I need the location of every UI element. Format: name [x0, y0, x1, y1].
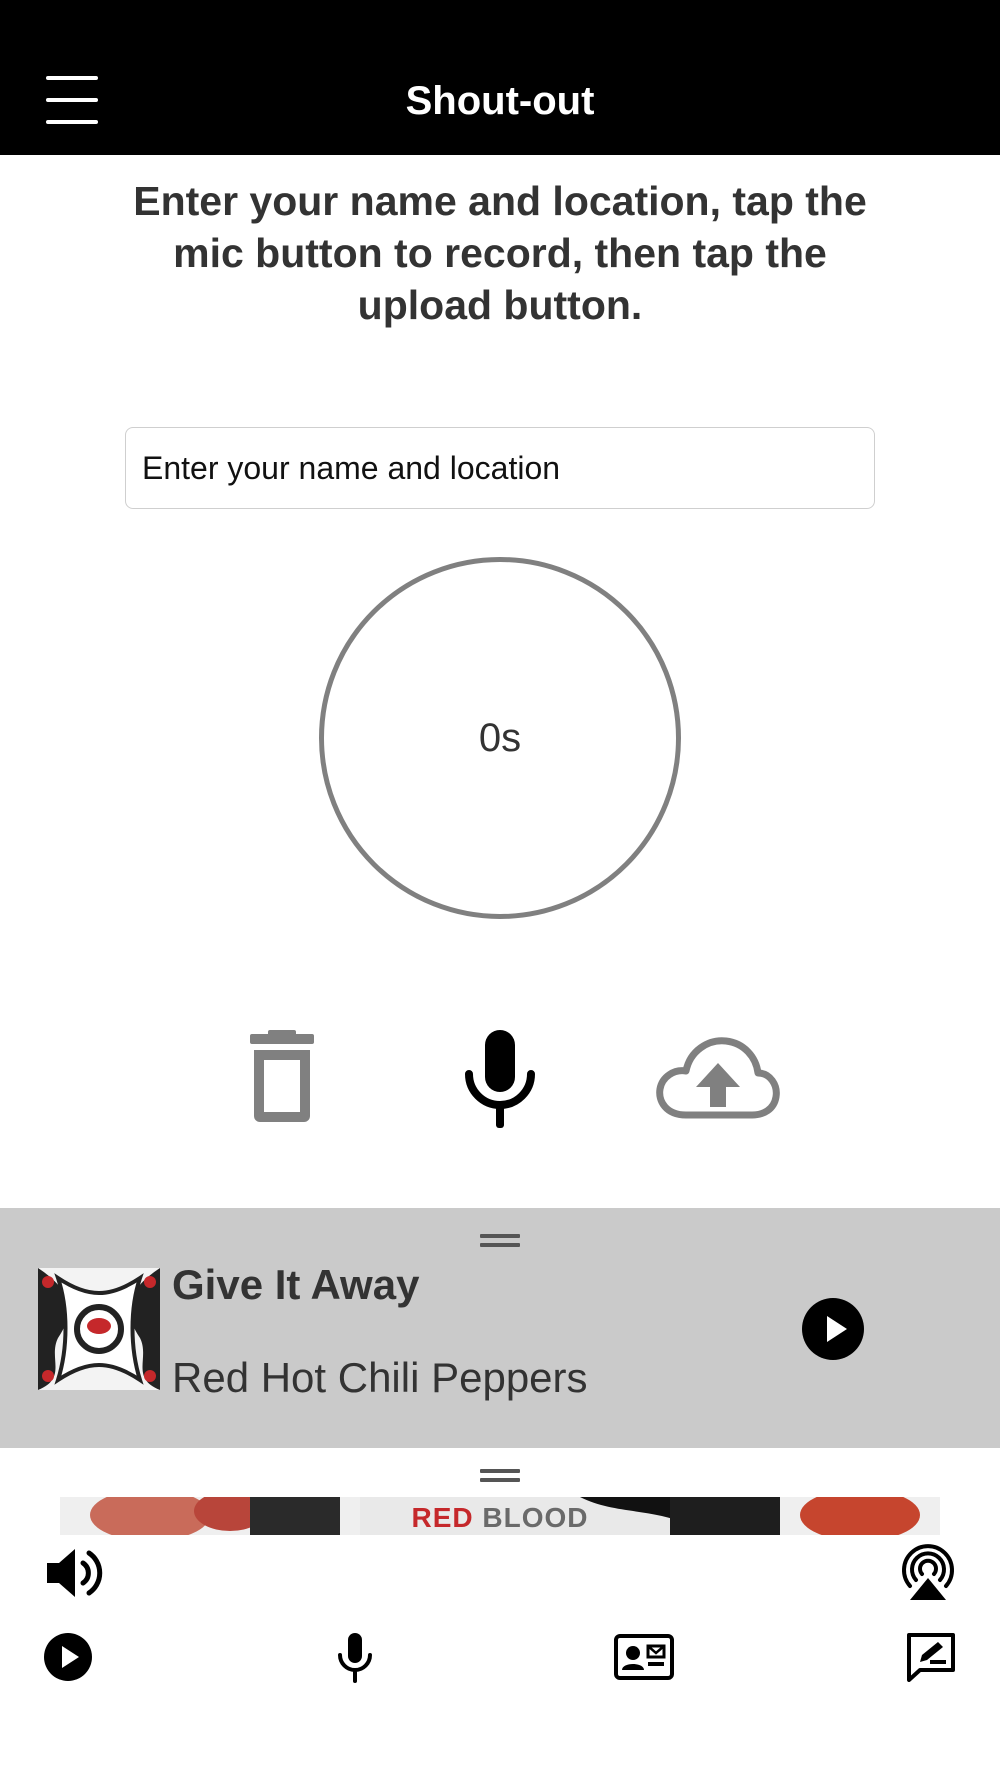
- timer-label: 0s: [478, 715, 522, 760]
- drag-handle[interactable]: [480, 1234, 520, 1248]
- tab-play[interactable]: [43, 1632, 93, 1687]
- microphone-icon: [338, 1633, 372, 1683]
- volume-icon: [47, 1549, 103, 1597]
- airplay-icon: [902, 1544, 954, 1600]
- tab-message[interactable]: [906, 1632, 956, 1687]
- contact-card-icon: [614, 1634, 674, 1680]
- banner-word-red: RED: [411, 1502, 474, 1533]
- track-title: Give It Away: [172, 1261, 420, 1308]
- name-location-input[interactable]: [125, 427, 875, 509]
- tab-contact[interactable]: [614, 1634, 674, 1685]
- microphone-icon: [465, 1030, 535, 1128]
- tab-shout-out[interactable]: [337, 1633, 373, 1688]
- track-artist: Red Hot Chili Peppers: [172, 1354, 588, 1401]
- player-play-button[interactable]: [802, 1298, 864, 1360]
- cloud-upload-icon: [656, 1037, 780, 1119]
- now-playing-panel: Give It Away Red Hot Chili Peppers: [0, 1208, 1000, 1448]
- album-banner: RED BLOOD: [60, 1497, 940, 1535]
- banner-word-blood: BLOOD: [482, 1502, 589, 1533]
- delete-button[interactable]: [246, 1030, 318, 1122]
- airplay-button[interactable]: [898, 1544, 958, 1607]
- play-icon: [827, 1316, 847, 1342]
- drag-handle-secondary[interactable]: [480, 1469, 520, 1483]
- play-icon: [44, 1633, 92, 1681]
- banner-text: RED BLOOD: [60, 1502, 940, 1534]
- message-edit-icon: [907, 1633, 955, 1682]
- record-button[interactable]: [463, 1030, 537, 1128]
- upload-button[interactable]: [656, 1035, 780, 1119]
- volume-button[interactable]: [45, 1547, 103, 1604]
- page-title: Shout-out: [405, 79, 595, 123]
- record-timer: 0s: [319, 557, 681, 919]
- album-art: [38, 1268, 160, 1390]
- trash-icon: [250, 1030, 314, 1122]
- app-header: Shout-out: [0, 0, 1000, 155]
- instructions-text: Enter your name and location, tap the mi…: [133, 178, 867, 328]
